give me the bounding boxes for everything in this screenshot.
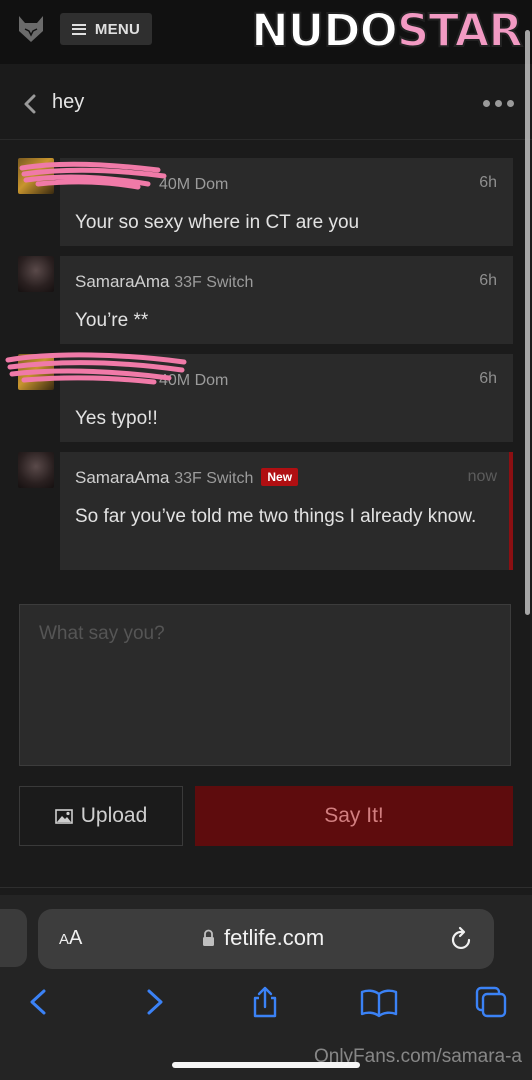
message-item: 40M Dom 6h Yes typo!! — [5, 352, 513, 442]
watermark-text: OnlyFans.com/samara-a — [313, 1046, 522, 1067]
message-text: So far you’ve told me two things I alrea… — [75, 506, 477, 527]
back-arrow-icon[interactable] — [22, 985, 56, 1019]
redaction-scribble — [19, 161, 167, 190]
new-badge: New — [261, 468, 299, 486]
reload-icon[interactable] — [450, 926, 474, 952]
divider — [0, 887, 532, 888]
say-it-label: Say It! — [324, 804, 384, 827]
redaction-scribble — [5, 352, 187, 385]
sender-name[interactable]: SamaraAma — [75, 468, 169, 487]
menu-button[interactable]: MENU — [60, 13, 152, 45]
message-meta: SamaraAma 33F Switch — [75, 272, 253, 292]
message-time: 6h — [479, 174, 497, 191]
reply-textarea[interactable] — [19, 604, 511, 766]
message-text: You’re ** — [75, 310, 149, 331]
more-options-icon[interactable] — [483, 100, 514, 107]
share-icon[interactable] — [248, 985, 282, 1019]
sender-info: 33F Switch — [174, 470, 254, 487]
menu-label: MENU — [94, 20, 141, 38]
message-text: Your so sexy where in CT are you — [75, 212, 360, 233]
bookmarks-icon[interactable] — [360, 985, 398, 1019]
fox-logo-icon[interactable] — [16, 14, 46, 44]
chevron-left-icon[interactable] — [22, 94, 38, 114]
upload-label: Upload — [80, 804, 148, 827]
say-it-button[interactable]: Say It! — [195, 786, 513, 846]
avatar[interactable] — [18, 452, 54, 488]
text-size-small: A — [59, 931, 70, 948]
previous-tab-preview[interactable] — [0, 909, 27, 967]
scrollbar[interactable] — [525, 30, 530, 615]
message-text: Yes typo!! — [75, 408, 158, 429]
hamburger-icon — [71, 23, 86, 35]
avatar[interactable] — [18, 256, 54, 292]
upload-button[interactable]: Upload — [19, 786, 183, 846]
nudostar-logo: NUDOSTAR — [250, 4, 524, 57]
url-text: fetlife.com — [224, 925, 325, 950]
lock-icon — [203, 929, 214, 946]
message-meta: SamaraAma 33F Switch New — [75, 468, 299, 488]
unread-indicator — [509, 452, 513, 570]
image-icon — [54, 808, 73, 824]
sender-info: 33F Switch — [174, 274, 254, 291]
text-size-button[interactable]: AA — [59, 927, 82, 950]
conversation-title: hey — [52, 91, 85, 113]
site-header: MENU NUDOSTAR — [0, 0, 532, 64]
message-time: 6h — [479, 272, 497, 289]
sender-info: 40M Dom — [159, 176, 229, 193]
sender-name[interactable]: SamaraAma — [75, 272, 169, 291]
message-bubble: SamaraAma 33F Switch 6h You’re ** — [60, 256, 513, 344]
message-item: 40M Dom 6h Your so sexy where in CT are … — [18, 158, 513, 246]
message-bubble: SamaraAma 33F Switch New now So far you’v… — [60, 452, 513, 570]
message-time: now — [467, 468, 497, 485]
logo-part-2: STAR — [396, 4, 524, 57]
message-item: SamaraAma 33F Switch 6h You’re ** — [18, 256, 513, 344]
logo-part-1: NUDO — [250, 4, 399, 57]
forward-arrow-icon[interactable] — [137, 985, 171, 1019]
message-item: SamaraAma 33F Switch New now So far you’v… — [18, 452, 513, 570]
message-time: 6h — [479, 370, 497, 387]
text-size-large: A — [69, 927, 83, 949]
tabs-icon[interactable] — [474, 985, 508, 1019]
conversation-header: hey — [0, 64, 532, 140]
address-bar[interactable]: AA fetlife.com — [38, 909, 494, 969]
